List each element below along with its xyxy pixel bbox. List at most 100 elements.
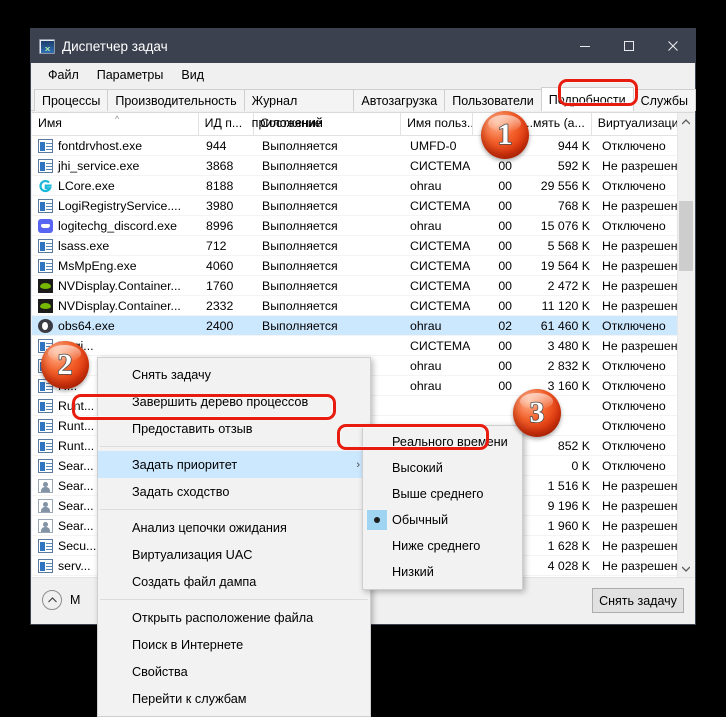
- cell-process-name: LCore.exe: [32, 179, 200, 193]
- cell-cpu: 00: [498, 378, 512, 393]
- cell-memory: 61 460 K: [540, 318, 590, 333]
- process-context-menu[interactable]: Снять задачу Завершить дерево процессов Пр…: [97, 357, 371, 717]
- process-name-label: NVDisplay.Container...: [58, 278, 181, 293]
- cell-status: Выполняется: [262, 298, 338, 313]
- cell-username: СИСТЕМА: [410, 158, 471, 173]
- priority-option[interactable]: Ниже среднего: [363, 533, 522, 559]
- table-row[interactable]: obs64.exe 2400 Выполняется ohrau 02 61 460 K О…: [32, 316, 694, 336]
- scrollbar-thumb[interactable]: [679, 201, 693, 271]
- cell-username: СИСТЕМА: [410, 258, 471, 273]
- table-row[interactable]: logitechg_discord.exe 8996 Выполняется ohra…: [32, 216, 694, 236]
- priority-submenu[interactable]: Реального времени Высокий Выше среднего Обы…: [362, 425, 523, 590]
- scroll-down-icon[interactable]: [678, 560, 694, 577]
- table-row[interactable]: LCore.exe 8188 Выполняется ohrau 00 29 556 K О…: [32, 176, 694, 196]
- exe-icon: [38, 558, 53, 573]
- context-menu-item[interactable]: Задать сходство: [98, 478, 370, 505]
- cell-status: Выполняется: [262, 318, 338, 333]
- tab-details[interactable]: Подробности: [540, 87, 634, 111]
- context-menu-item[interactable]: Задать приоритет ›: [98, 451, 370, 478]
- priority-option[interactable]: Реального времени: [363, 429, 522, 455]
- priority-option[interactable]: Высокий: [363, 455, 522, 481]
- tab-startup[interactable]: Автозагрузка: [353, 89, 446, 111]
- context-menu-item[interactable]: Свойства: [98, 658, 370, 685]
- context-menu-item[interactable]: Завершить дерево процессов: [98, 388, 370, 415]
- tab-services[interactable]: Службы: [632, 89, 696, 111]
- cell-pid: 4060: [206, 258, 234, 273]
- table-row[interactable]: NVDisplay.Container... 2332 Выполняется СИС…: [32, 296, 694, 316]
- table-row[interactable]: Regi...СИСТЕМА003 480 KНе разрешено: [32, 336, 694, 356]
- exe-icon: [38, 438, 53, 453]
- table-row[interactable]: NVDisplay.Container... 1760 Выполняется СИС…: [32, 276, 694, 296]
- context-menu-item[interactable]: Создать файл дампа: [98, 568, 370, 595]
- tab-users[interactable]: Пользователи: [444, 89, 542, 111]
- cell-process-name: lsass.exe: [32, 238, 200, 253]
- close-icon[interactable]: [651, 29, 695, 63]
- fewer-details-button[interactable]: М: [42, 590, 80, 610]
- scroll-up-icon[interactable]: [678, 113, 694, 130]
- context-menu-item-label: Задать приоритет: [132, 457, 238, 472]
- context-menu-item[interactable]: Предоставить отзыв: [98, 415, 370, 442]
- context-menu-item[interactable]: Виртуализация UAC: [98, 541, 370, 568]
- cell-status: Выполняется: [262, 178, 338, 193]
- menu-item-options[interactable]: Параметры: [88, 66, 173, 84]
- column-header-name[interactable]: ^ Имя: [32, 113, 199, 135]
- cell-pid: 712: [206, 238, 227, 253]
- column-header-username[interactable]: Имя польз...: [401, 113, 473, 135]
- context-menu-item[interactable]: Поиск в Интернете: [98, 631, 370, 658]
- priority-option[interactable]: Выше среднего: [363, 481, 522, 507]
- cell-username: СИСТЕМА: [410, 238, 471, 253]
- context-menu-item[interactable]: Перейти к службам: [98, 685, 370, 712]
- minimize-icon[interactable]: [563, 29, 607, 63]
- cell-memory: 19 564 K: [540, 258, 590, 273]
- process-name-label: obs64.exe: [58, 318, 115, 333]
- context-menu-item[interactable]: Снять задачу: [98, 361, 370, 388]
- table-row[interactable]: fontdrvhost.exe944ВыполняетсяUMFD-000944…: [32, 136, 694, 156]
- context-menu-item[interactable]: Открыть расположение файла: [98, 604, 370, 631]
- cell-cpu: 00: [498, 358, 512, 373]
- cell-virtualization: Отключено: [602, 358, 666, 373]
- cell-username: СИСТЕМА: [410, 198, 471, 213]
- cell-username: СИСТЕМА: [410, 298, 471, 313]
- menu-item-file[interactable]: Файл: [39, 66, 88, 84]
- cell-virtualization: Отключено: [602, 178, 666, 193]
- menu-item-view[interactable]: Вид: [172, 66, 213, 84]
- tab-performance[interactable]: Производительность: [107, 89, 245, 111]
- context-menu-item-label: Перейти к службам: [132, 691, 247, 706]
- process-name-label: logitechg_discord.exe: [58, 218, 177, 233]
- table-row[interactable]: MsMpEng.exe 4060 Выполняется СИСТЕМА 00 19 56…: [32, 256, 694, 276]
- cell-memory: 1 960 K: [547, 518, 590, 533]
- exe-icon: [38, 158, 53, 173]
- menu-separator: [100, 509, 368, 510]
- table-row[interactable]: LogiRegistryService.... 3980 Выполняется СИ…: [32, 196, 694, 216]
- cell-pid: 1760: [206, 278, 234, 293]
- cell-username: ohrau: [410, 318, 442, 333]
- tab-processes[interactable]: Процессы: [34, 89, 109, 111]
- cell-memory: 2 832 K: [547, 358, 590, 373]
- context-menu-item-label: Поиск в Интернете: [132, 637, 244, 652]
- exe-icon: [38, 238, 53, 253]
- tab-app-history[interactable]: Журнал приложений: [243, 89, 355, 130]
- cell-pid: 3868: [206, 158, 234, 173]
- table-row[interactable]: jhi_service.exe 3868 Выполняется СИСТЕМА 00 5…: [32, 156, 694, 176]
- priority-option[interactable]: Низкий: [363, 559, 522, 585]
- cell-status: Выполняется: [262, 238, 338, 253]
- column-header-pid[interactable]: ИД п...: [199, 113, 255, 135]
- cell-virtualization: Отключено: [602, 438, 666, 453]
- sort-ascending-icon: ^: [114, 114, 120, 124]
- cell-virtualization: Не разрешено: [602, 258, 682, 273]
- vertical-scrollbar[interactable]: [677, 113, 694, 577]
- cell-username: ohrau: [410, 218, 442, 233]
- column-header-virtualization[interactable]: Виртуализаци...: [592, 113, 677, 135]
- cell-virtualization: Не разрешено: [602, 478, 682, 493]
- table-row[interactable]: lsass.exe 712 Выполняется СИСТЕМА 00 5 568 K Н…: [32, 236, 694, 256]
- maximize-icon[interactable]: [607, 29, 651, 63]
- process-name-label: lsass.exe: [58, 238, 110, 253]
- end-task-button[interactable]: Снять задачу: [592, 588, 684, 613]
- context-menu-item[interactable]: Анализ цепочки ожидания: [98, 514, 370, 541]
- priority-option-label: Ниже среднего: [392, 539, 481, 553]
- cell-process-name: NVDisplay.Container...: [32, 298, 200, 313]
- priority-option[interactable]: Обычный: [363, 507, 522, 533]
- process-name-label: MsMpEng.exe: [58, 258, 137, 273]
- process-name-label: Runt...: [58, 438, 95, 453]
- cell-cpu: 00: [498, 258, 512, 273]
